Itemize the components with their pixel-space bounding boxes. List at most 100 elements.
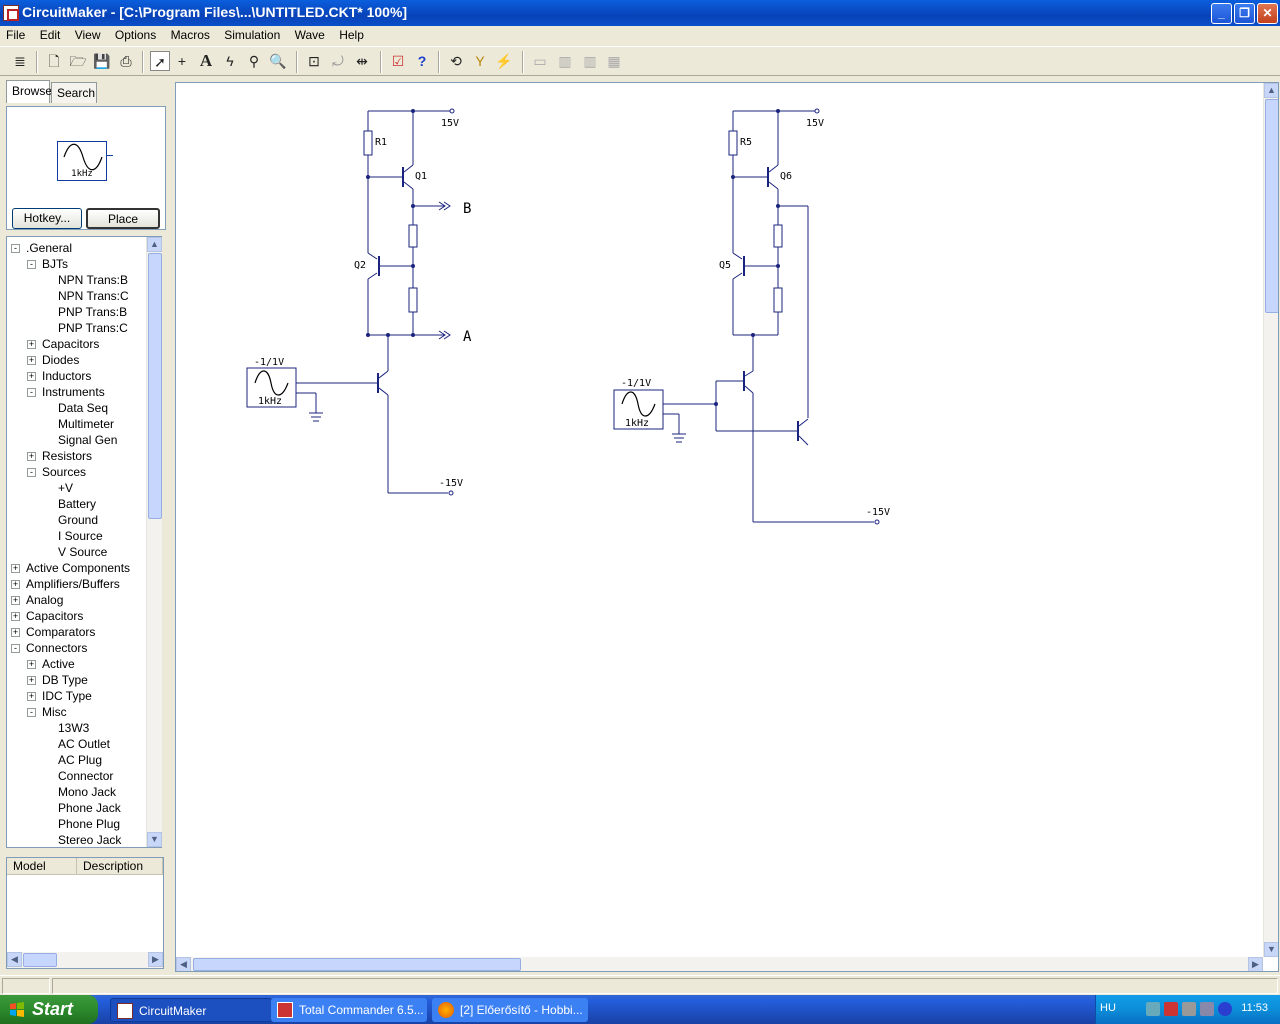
menu-file[interactable]: File [0, 26, 30, 42]
tree-item[interactable]: DB Type [42, 672, 88, 688]
collapse-icon[interactable]: - [27, 388, 36, 397]
scroll-right-arrow[interactable]: ▶ [1248, 957, 1263, 971]
scroll-thumb[interactable] [1265, 99, 1278, 313]
usb-icon[interactable] [1200, 1002, 1214, 1016]
tree-item[interactable]: Inductors [42, 368, 91, 384]
collapse-icon[interactable]: - [27, 468, 36, 477]
run-icon[interactable]: ⚡ [494, 51, 514, 71]
restore-button[interactable]: ❐ [1234, 3, 1255, 24]
tree-item[interactable]: Phone Jack [58, 800, 121, 816]
schematic-canvas[interactable]: 15V R1 Q1 Q2 -1/1V 1kHz -15V B A 15V R5 … [175, 82, 1279, 972]
scroll-up-arrow[interactable]: ▲ [147, 237, 162, 252]
place-button[interactable]: Place [86, 208, 160, 229]
task-total-commander[interactable]: Total Commander 6.5... [271, 998, 427, 1022]
tree-item[interactable]: Signal Gen [58, 432, 117, 448]
expand-icon[interactable]: + [11, 612, 20, 621]
tree-item[interactable]: 13W3 [58, 720, 89, 736]
tree-item[interactable]: Multimeter [58, 416, 114, 432]
menu-macros[interactable]: Macros [165, 26, 215, 42]
expand-icon[interactable]: + [11, 596, 20, 605]
mirror-icon[interactable]: ⇹ [352, 51, 372, 71]
tree-item[interactable]: I Source [58, 528, 103, 544]
wire-cross-icon[interactable]: + [172, 51, 192, 71]
trace-icon[interactable]: ▭ [530, 51, 550, 71]
scroll-left-arrow[interactable]: ◀ [7, 952, 22, 967]
scroll-thumb[interactable] [193, 958, 521, 971]
collapse-icon[interactable]: - [11, 644, 20, 653]
menu-edit[interactable]: Edit [34, 26, 66, 42]
bluetooth-icon[interactable] [1218, 1002, 1232, 1016]
save-icon[interactable]: 💾 [92, 51, 112, 71]
expand-icon[interactable]: + [27, 356, 36, 365]
canvas-horizontal-scrollbar[interactable]: ◀ ▶ [176, 957, 1263, 971]
scroll-down-arrow[interactable]: ▼ [147, 832, 162, 847]
menu-help[interactable]: Help [333, 26, 369, 42]
task-circuitmaker[interactable]: CircuitMaker [110, 998, 272, 1022]
scroll-thumb[interactable] [23, 953, 57, 967]
expand-icon[interactable]: + [27, 660, 36, 669]
step-icon[interactable]: Y [470, 51, 490, 71]
resistor-r1[interactable] [363, 130, 373, 156]
arrow-pointer-icon[interactable]: ➚ [150, 51, 170, 71]
scroll-left-arrow[interactable]: ◀ [176, 957, 191, 971]
tree-item[interactable]: Mono Jack [58, 784, 116, 800]
expand-icon[interactable]: + [27, 372, 36, 381]
resistor-upper-2[interactable] [773, 224, 783, 248]
tree-item[interactable]: Diodes [42, 352, 79, 368]
volume-icon[interactable] [1182, 1002, 1196, 1016]
collapse-icon[interactable]: - [27, 708, 36, 717]
start-button[interactable]: Start [0, 995, 98, 1024]
antivirus-shield-icon[interactable] [1164, 1002, 1178, 1016]
tree-item[interactable]: Active [42, 656, 75, 672]
collapse-icon[interactable]: - [11, 244, 20, 253]
resistor-lower[interactable] [408, 287, 418, 313]
rotate-icon[interactable]: ⤾ [328, 51, 348, 71]
tree-item[interactable]: Stereo Jack [58, 832, 121, 847]
print-icon[interactable]: ⎙ [116, 51, 136, 71]
scroll-down-arrow[interactable]: ▼ [1264, 942, 1278, 957]
expand-icon[interactable]: + [27, 452, 36, 461]
tree-item[interactable]: AC Outlet [58, 736, 110, 752]
tree-item[interactable]: NPN Trans:B [58, 272, 128, 288]
tree-item[interactable]: Ground [58, 512, 98, 528]
tree-item[interactable]: Data Seq [58, 400, 108, 416]
tree-item[interactable]: Instruments [42, 384, 105, 400]
tree-item[interactable]: Connector [58, 768, 113, 784]
menu-options[interactable]: Options [109, 26, 161, 42]
reset-icon[interactable]: ⟲ [446, 51, 466, 71]
language-indicator[interactable]: HU [1100, 1002, 1116, 1014]
tree-item[interactable]: BJTs [42, 256, 68, 272]
chart-icon[interactable]: ▦ [604, 51, 624, 71]
tree-item[interactable]: Active Components [26, 560, 130, 576]
tree-item[interactable]: Comparators [26, 624, 95, 640]
hotkey-button[interactable]: Hotkey... [12, 208, 82, 229]
models-list[interactable]: Model Description ◀ ▶ [6, 857, 164, 969]
tree-vertical-scrollbar[interactable]: ▲ ▼ [146, 237, 162, 847]
expand-icon[interactable]: + [11, 580, 20, 589]
tree-item[interactable]: Resistors [42, 448, 92, 464]
tab-search[interactable]: Search [51, 82, 97, 103]
expand-icon[interactable]: + [11, 564, 20, 573]
tree-item[interactable]: V Source [58, 544, 107, 560]
menu-view[interactable]: View [69, 26, 106, 42]
collapse-icon[interactable]: - [27, 260, 36, 269]
model-column-header[interactable]: Model [7, 858, 77, 875]
check-icon[interactable]: ☑ [388, 51, 408, 71]
tree-item[interactable]: Connectors [26, 640, 87, 656]
task-firefox[interactable]: [2] Előerősítő - Hobbi... [432, 998, 588, 1022]
network-icon[interactable] [1146, 1002, 1160, 1016]
scroll-thumb[interactable] [148, 253, 162, 519]
tree-item[interactable]: Phone Plug [58, 816, 120, 832]
scroll-up-arrow[interactable]: ▲ [1264, 83, 1278, 98]
component-tree[interactable]: .General - BJTs - NPN Trans:B NPN Trans:C PNP … [6, 236, 162, 848]
tree-item[interactable]: IDC Type [42, 688, 92, 704]
resistor-upper[interactable] [408, 224, 418, 248]
tree-item[interactable]: PNP Trans:B [58, 304, 127, 320]
chart-icon[interactable]: ▥ [580, 51, 600, 71]
tree-item[interactable]: +V [58, 480, 73, 496]
ladder-icon[interactable]: ≣ [10, 51, 30, 71]
close-button[interactable]: ✕ [1257, 3, 1278, 24]
expand-icon[interactable]: + [27, 676, 36, 685]
probe-lightning-icon[interactable]: ϟ [220, 51, 240, 71]
tree-item[interactable]: AC Plug [58, 752, 102, 768]
